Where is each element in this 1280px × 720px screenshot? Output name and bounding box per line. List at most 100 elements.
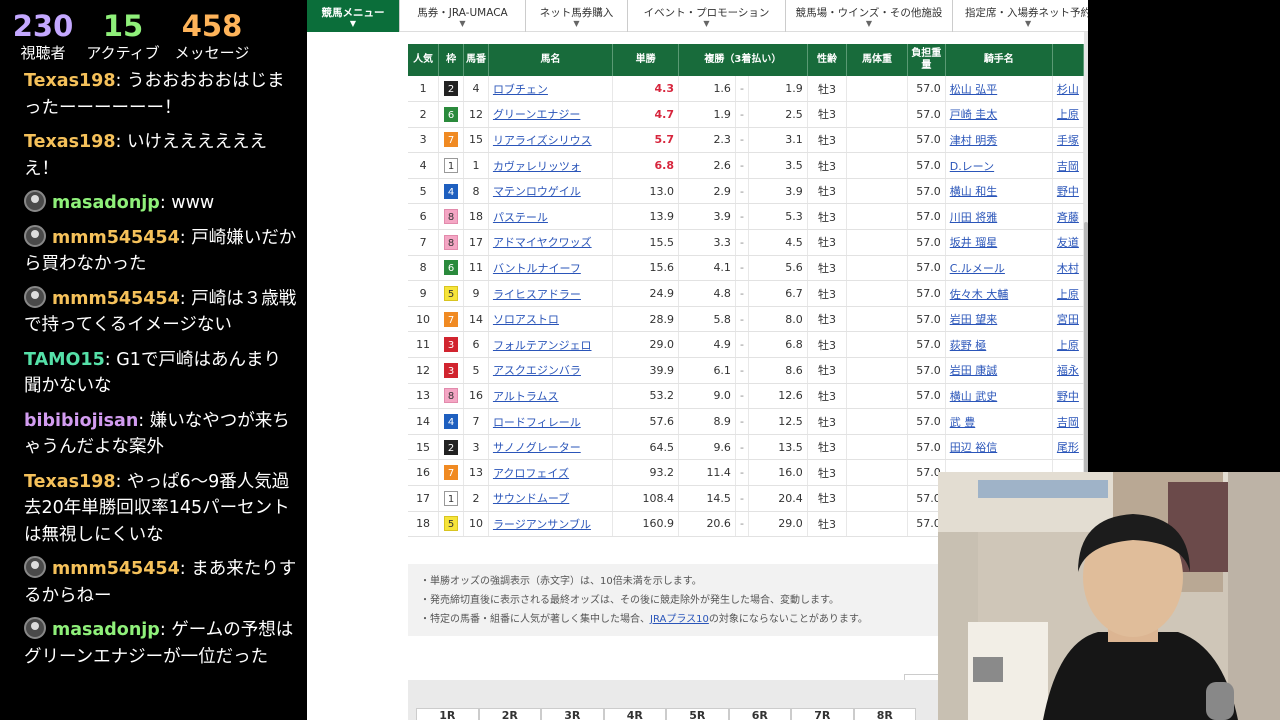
col-header-horse-name[interactable]: 馬名 — [488, 44, 614, 76]
trainer-link[interactable]: 杉山 — [1057, 83, 1079, 96]
win-odds-cell: 93.2 — [612, 459, 680, 486]
horse-name-link[interactable]: バントルナイーフ — [493, 262, 581, 275]
trainer-cell: 上原 — [1052, 331, 1085, 359]
trainer-link[interactable]: 吉岡 — [1057, 416, 1079, 429]
jockey-cell: 津村 明秀 — [945, 127, 1053, 154]
horse-name-link[interactable]: マテンロウゲイル — [493, 185, 581, 198]
jockey-link[interactable]: 田辺 裕信 — [950, 441, 998, 454]
scrollbar-thumb[interactable] — [1084, 222, 1088, 492]
horse-name-link[interactable]: サウンドムーブ — [493, 492, 569, 505]
horse-name-link[interactable]: ロブチェン — [493, 83, 548, 96]
trainer-link[interactable]: 上原 — [1057, 288, 1079, 301]
horse-name-link[interactable]: ラージアンサンブル — [493, 518, 591, 531]
trainer-link[interactable]: 福永 — [1057, 364, 1079, 377]
jockey-link[interactable]: 武 豊 — [950, 416, 976, 429]
horse-name-link[interactable]: グリーンエナジー — [493, 108, 580, 121]
race-tab-7[interactable]: 7R — [791, 708, 854, 720]
place-odds-high: 20.4 — [748, 485, 808, 512]
weight-cell: 57.0 — [907, 255, 946, 282]
horse-name-link[interactable]: カヴァレリッツォ — [493, 160, 581, 173]
waku-badge: 8 — [444, 234, 459, 250]
nav-keiba-menu[interactable]: 競馬メニュー ▼ — [307, 0, 400, 32]
waku-badge: 7 — [444, 132, 459, 148]
race-tab-6[interactable]: 6R — [728, 708, 791, 720]
nav-net-purchase[interactable]: ネット馬券購入 ▼ — [526, 0, 628, 32]
weight-cell: 57.0 — [907, 383, 946, 410]
jockey-link[interactable]: 荻野 極 — [950, 339, 987, 352]
weight-cell: 57.0 — [907, 306, 946, 333]
horse-name-link[interactable]: アドマイヤクワッズ — [493, 236, 592, 249]
jockey-link[interactable]: 川田 将雅 — [950, 211, 998, 224]
race-tab-5[interactable]: 5R — [666, 708, 729, 720]
jockey-link[interactable]: 戸崎 圭太 — [950, 108, 998, 121]
horse-name-link[interactable]: ライヒスアドラー — [493, 288, 581, 301]
trainer-link[interactable]: 友道 — [1057, 236, 1079, 249]
jockey-link[interactable]: 横山 武史 — [950, 390, 998, 403]
trainer-link[interactable]: 上原 — [1057, 108, 1079, 121]
trainer-cell: 吉岡 — [1052, 408, 1085, 435]
horse-name-link[interactable]: パステール — [493, 211, 548, 224]
nav-events[interactable]: イベント・プロモーション ▼ — [628, 0, 786, 32]
waku-cell: 5 — [438, 280, 465, 307]
jockey-cell: 松山 弘平 — [945, 76, 1053, 103]
race-tab-1[interactable]: 1R — [416, 708, 479, 720]
trainer-link[interactable]: 野中 — [1057, 185, 1079, 198]
odds-table: 人気 枠 馬番 馬名 単勝 複勝（3着払い） 性齢 馬体重 負担重量 騎手名 1… — [408, 44, 1085, 538]
jockey-link[interactable]: D.レーン — [950, 160, 994, 173]
jockey-link[interactable]: 岩田 康誠 — [950, 364, 998, 377]
win-odds-cell: 4.3 — [612, 76, 680, 103]
trainer-link[interactable]: 木村 — [1057, 262, 1079, 275]
nav-baken-umaca[interactable]: 馬券・JRA-UMACA ▼ — [400, 0, 526, 32]
col-header-waku[interactable]: 枠 — [438, 44, 465, 76]
jockey-link[interactable]: 横山 和生 — [950, 185, 998, 198]
nav-reserved-seats[interactable]: 指定席・入場券ネット予約 ▼ — [953, 0, 1088, 32]
trainer-cell: 友道 — [1052, 229, 1085, 256]
chat-separator: : — [159, 193, 172, 213]
popularity-cell: 8 — [408, 255, 440, 282]
race-tab-4[interactable]: 4R — [603, 708, 666, 720]
chevron-down-icon: ▼ — [1025, 18, 1032, 28]
place-odds-dash: - — [735, 255, 749, 282]
trainer-link[interactable]: 尾形 — [1057, 441, 1079, 454]
col-header-win-odds[interactable]: 単勝 — [612, 44, 680, 76]
jra-plus10-link[interactable]: JRAプラス10 — [650, 614, 709, 625]
horse-name-link[interactable]: リアライズシリウス — [493, 134, 592, 147]
trainer-link[interactable]: 手塚 — [1057, 134, 1079, 147]
horse-number-cell: 12 — [463, 101, 489, 128]
jockey-link[interactable]: C.ルメール — [950, 262, 1005, 275]
viewers-count: 230 — [12, 9, 74, 43]
sex-age-cell: 牡3 — [807, 127, 848, 154]
jockey-link[interactable]: 津村 明秀 — [950, 134, 998, 147]
trainer-link[interactable]: 野中 — [1057, 390, 1079, 403]
race-tab-8[interactable]: 8R — [853, 708, 916, 720]
jockey-link[interactable]: 坂井 瑠星 — [950, 236, 998, 249]
race-tab-2[interactable]: 2R — [478, 708, 541, 720]
jockey-link[interactable]: 松山 弘平 — [950, 83, 998, 96]
horse-name-link[interactable]: ロードフィレール — [493, 416, 581, 429]
horse-name-link[interactable]: アルトラムス — [493, 390, 559, 403]
nav-racecourses[interactable]: 競馬場・ウインズ・その他施設 ▼ — [786, 0, 953, 32]
horse-name-link[interactable]: アスクエジンバラ — [493, 364, 581, 377]
trainer-link[interactable]: 宮田 — [1057, 313, 1079, 326]
place-odds-dash: - — [735, 203, 749, 231]
trainer-link[interactable]: 上原 — [1057, 339, 1079, 352]
race-tab-3[interactable]: 3R — [541, 708, 604, 720]
horse-name-cell: サウンドムーブ — [488, 485, 614, 512]
horse-name-cell: ラージアンサンブル — [488, 511, 614, 538]
col-header-place-odds[interactable]: 複勝（3着払い） — [678, 44, 808, 76]
horse-name-link[interactable]: ソロアストロ — [493, 313, 559, 326]
horse-number-cell: 16 — [463, 383, 489, 410]
col-header-popularity[interactable]: 人気 — [408, 44, 440, 76]
horse-name-link[interactable]: アクロフェイズ — [493, 467, 569, 480]
jockey-link[interactable]: 岩田 望来 — [950, 313, 998, 326]
col-header-horse-number[interactable]: 馬番 — [463, 44, 489, 76]
horse-name-link[interactable]: フォルテアンジェロ — [493, 339, 592, 352]
chat-separator: : — [179, 227, 192, 248]
win-odds-cell: 24.9 — [612, 280, 680, 307]
horse-name-link[interactable]: サノノグレーター — [493, 441, 581, 454]
trainer-link[interactable]: 吉岡 — [1057, 160, 1079, 173]
chevron-down-icon: ▼ — [573, 18, 580, 28]
sex-age-cell: 牡3 — [807, 280, 848, 307]
trainer-link[interactable]: 斉藤 — [1057, 211, 1079, 224]
jockey-link[interactable]: 佐々木 大輔 — [950, 288, 1009, 301]
